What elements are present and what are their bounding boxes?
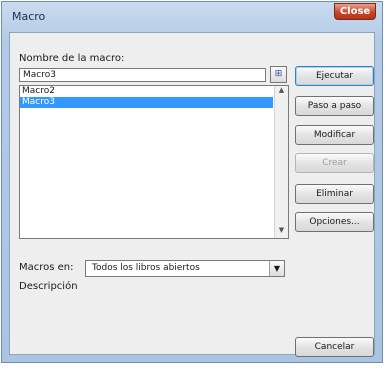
macro-list[interactable]: Macro2 Macro3 ▲ ▼ (19, 85, 289, 239)
step-into-button-label: Paso a paso (307, 101, 362, 111)
range-picker-icon: ⊞ (274, 69, 283, 79)
close-button[interactable]: Close (334, 3, 376, 20)
list-item[interactable]: Macro3 (20, 97, 273, 108)
macros-in-value: Todos los libros abiertos (92, 263, 200, 273)
macro-name-input[interactable]: Macro3 (19, 68, 266, 82)
macro-dialog: Macro Close Nombre de la macro: Macro3 ⊞… (1, 1, 383, 363)
chevron-down-icon[interactable]: ▼ (269, 261, 284, 276)
options-button[interactable]: Opciones... (295, 212, 374, 232)
create-button-label: Crear (322, 158, 347, 168)
macros-in-select[interactable]: Todos los libros abiertos ▼ (85, 260, 285, 277)
title-bar[interactable]: Macro Close (2, 2, 382, 31)
macros-in-label: Macros en: (19, 262, 74, 273)
macro-name-label: Nombre de la macro: (19, 53, 125, 64)
dialog-body: Nombre de la macro: Macro3 ⊞ Macro2 Macro… (9, 32, 375, 357)
list-item[interactable]: Macro2 (20, 86, 288, 97)
range-picker-button[interactable]: ⊞ (270, 66, 287, 83)
scroll-down-icon[interactable]: ▼ (275, 226, 288, 238)
description-label: Descripción (19, 281, 78, 292)
cancel-button-label: Cancelar (314, 342, 355, 352)
cancel-button[interactable]: Cancelar (295, 337, 374, 357)
delete-button[interactable]: Eliminar (295, 184, 374, 204)
create-button[interactable]: Crear (295, 153, 374, 173)
close-button-label: Close (339, 6, 371, 17)
edit-button[interactable]: Modificar (295, 125, 374, 145)
edit-button-label: Modificar (313, 130, 356, 140)
options-button-label: Opciones... (309, 217, 360, 227)
window-title: Macro (12, 10, 46, 23)
step-into-button[interactable]: Paso a paso (295, 96, 374, 116)
run-button-label: Ejecutar (315, 71, 354, 81)
scroll-up-icon[interactable]: ▲ (275, 86, 288, 98)
delete-button-label: Eliminar (316, 189, 353, 199)
run-button[interactable]: Ejecutar (295, 66, 374, 86)
list-scrollbar[interactable]: ▲ ▼ (274, 86, 288, 238)
